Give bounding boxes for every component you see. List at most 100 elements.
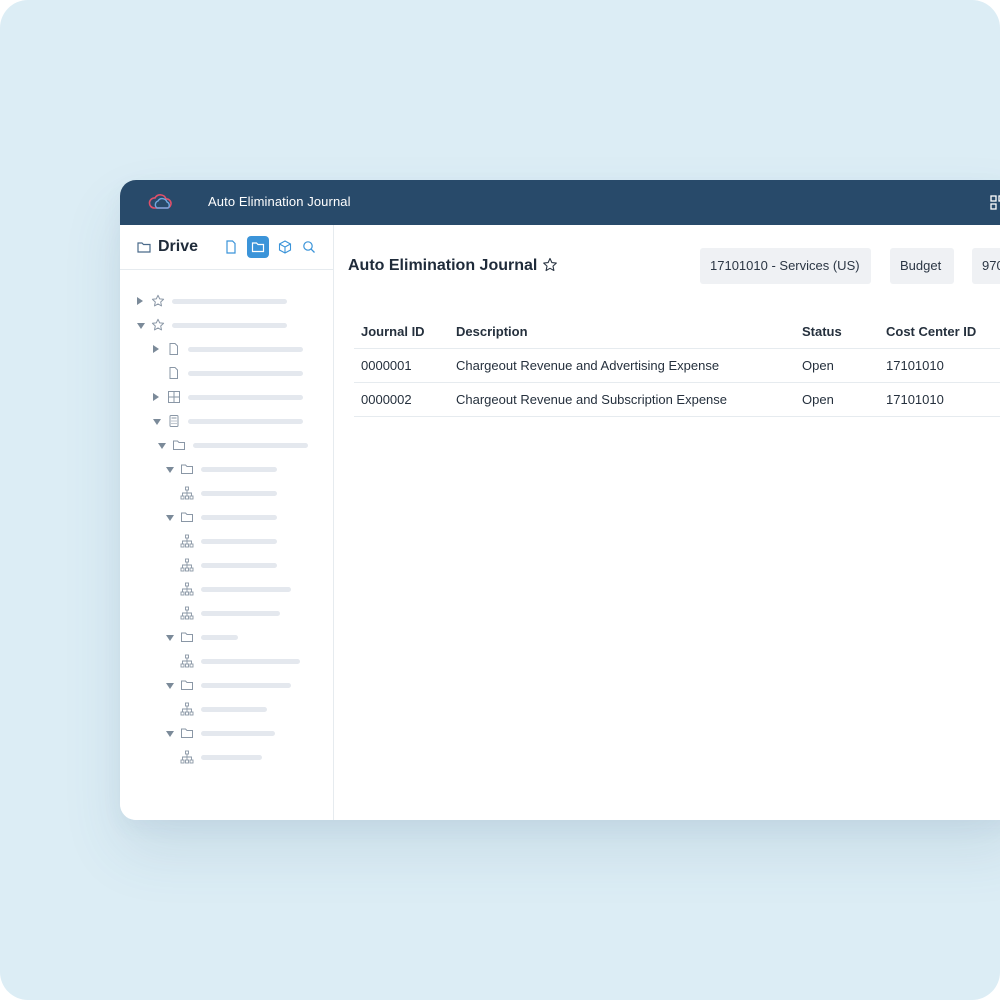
tree-item[interactable] — [120, 385, 333, 409]
caret-right-icon[interactable] — [137, 297, 143, 305]
tree-item[interactable] — [120, 481, 333, 505]
tree-item-label-placeholder — [201, 587, 291, 592]
sidebar-title: Drive — [158, 238, 199, 255]
favorite-star-icon[interactable] — [542, 257, 558, 273]
tree-item-label-placeholder — [201, 539, 277, 544]
folder-icon — [137, 242, 151, 253]
cost-center-filter[interactable]: 17101010 - Services (US) — [700, 248, 871, 284]
cell-cost-center-id: 17101010 — [879, 382, 1000, 417]
main-content: Auto Elimination Journal 17101010 - Serv… — [334, 225, 1000, 820]
tree-item[interactable] — [120, 337, 333, 361]
drive-sidebar: Drive — [120, 225, 334, 820]
tree-item[interactable] — [120, 505, 333, 529]
caret-down-icon[interactable] — [166, 731, 174, 737]
tree-item-label-placeholder — [201, 731, 275, 736]
tree-item[interactable] — [120, 721, 333, 745]
hierarchy-icon — [180, 606, 194, 620]
tree-item-label-placeholder — [201, 563, 277, 568]
app-grid-icon[interactable] — [990, 195, 1000, 211]
tree-item[interactable] — [120, 313, 333, 337]
caret-down-icon[interactable] — [153, 419, 161, 425]
tree-item-label-placeholder — [193, 443, 308, 448]
column-status[interactable]: Status — [795, 315, 879, 349]
caret-down-icon[interactable] — [137, 323, 145, 329]
app-title: Auto Elimination Journal — [208, 194, 351, 209]
hierarchy-icon — [180, 486, 194, 500]
column-journal-id[interactable]: Journal ID — [354, 315, 449, 349]
tree-item[interactable] — [120, 745, 333, 769]
caret-right-icon[interactable] — [153, 393, 159, 401]
table-header-row: Journal ID Description Status Cost Cente… — [354, 315, 1000, 349]
sidebar-header: Drive — [120, 225, 333, 270]
cell-journal-id: 0000001 — [354, 348, 449, 383]
caret-right-icon[interactable] — [153, 345, 159, 353]
tree-item[interactable] — [120, 289, 333, 313]
column-description[interactable]: Description — [449, 315, 795, 349]
tree-item[interactable] — [120, 361, 333, 385]
caret-down-icon[interactable] — [166, 515, 174, 521]
cell-status: Open — [795, 382, 879, 417]
star-icon — [151, 294, 165, 307]
folder-view-button[interactable] — [247, 236, 269, 258]
tree-item-label-placeholder — [201, 491, 277, 496]
scenario-filter[interactable]: Budget — [890, 248, 954, 284]
tree-item[interactable] — [120, 673, 333, 697]
journal-table: Journal ID Description Status Cost Cente… — [354, 315, 1000, 417]
cell-cost-center-id: 17101010 — [879, 348, 1000, 383]
folder-icon — [181, 728, 193, 738]
page-title: Auto Elimination Journal — [348, 257, 538, 274]
search-button[interactable] — [298, 236, 320, 258]
tree-item[interactable] — [120, 553, 333, 577]
hierarchy-icon — [180, 534, 194, 548]
tree-item-label-placeholder — [188, 347, 303, 352]
caret-down-icon[interactable] — [166, 635, 174, 641]
tree-item-label-placeholder — [172, 299, 287, 304]
table-row[interactable]: 0000002 Chargeout Revenue and Subscripti… — [354, 382, 1000, 417]
model-view-button[interactable] — [274, 236, 296, 258]
tree-item-label-placeholder — [201, 659, 300, 664]
tree-item[interactable] — [120, 649, 333, 673]
hierarchy-icon — [180, 702, 194, 716]
tree-item-label-placeholder — [201, 515, 277, 520]
tree-item-label-placeholder — [188, 371, 303, 376]
tree-item-label-placeholder — [188, 395, 303, 400]
file-icon — [169, 367, 178, 379]
tree-item-label-placeholder — [201, 467, 277, 472]
tree-item[interactable] — [120, 433, 333, 457]
tree-item[interactable] — [120, 409, 333, 433]
version-filter[interactable]: 970 — [972, 248, 1000, 284]
folder-icon — [251, 242, 265, 253]
cell-journal-id: 0000002 — [354, 382, 449, 417]
folder-icon — [181, 512, 193, 522]
caret-down-icon[interactable] — [158, 443, 166, 449]
new-file-button[interactable] — [220, 236, 242, 258]
file-icon — [226, 240, 236, 254]
tree-item[interactable] — [120, 577, 333, 601]
caret-down-icon[interactable] — [166, 683, 174, 689]
folder-icon — [181, 632, 193, 642]
cell-description: Chargeout Revenue and Advertising Expens… — [449, 348, 795, 383]
tree-item[interactable] — [120, 697, 333, 721]
tree-item-label-placeholder — [201, 635, 238, 640]
background-stage: Auto Elimination Journal Drive Auto Elim… — [0, 0, 1000, 1000]
column-cost-center-id[interactable]: Cost Center ID — [879, 315, 1000, 349]
caret-down-icon[interactable] — [166, 467, 174, 473]
hierarchy-icon — [180, 558, 194, 572]
hierarchy-icon — [180, 654, 194, 668]
table-icon — [168, 391, 180, 403]
cell-status: Open — [795, 348, 879, 383]
tree-item[interactable] — [120, 601, 333, 625]
tree-item[interactable] — [120, 457, 333, 481]
tree-item-label-placeholder — [201, 707, 267, 712]
tree-item[interactable] — [120, 625, 333, 649]
calculator-icon — [169, 415, 179, 427]
file-icon — [169, 343, 178, 355]
search-icon — [303, 241, 315, 253]
tree-item[interactable] — [120, 529, 333, 553]
table-row[interactable]: 0000001 Chargeout Revenue and Advertisin… — [354, 348, 1000, 383]
tree-item-label-placeholder — [172, 323, 287, 328]
hierarchy-icon — [180, 582, 194, 596]
folder-icon — [181, 464, 193, 474]
tree-item-label-placeholder — [201, 755, 262, 760]
tree-item-label-placeholder — [201, 611, 280, 616]
